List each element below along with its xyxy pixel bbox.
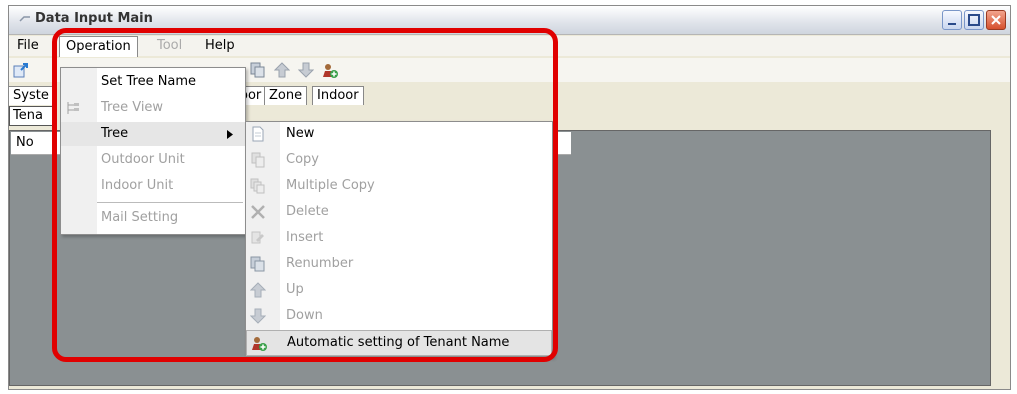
menu-item-outdoor-unit[interactable]: Outdoor Unit bbox=[61, 148, 245, 172]
menu-item-label: Set Tree Name bbox=[101, 74, 197, 89]
menu-item-insert[interactable]: Insert bbox=[246, 226, 552, 250]
menu-item-label: Up bbox=[286, 282, 304, 297]
menu-item-down[interactable]: Down bbox=[246, 304, 552, 328]
auto-tenant-icon bbox=[252, 337, 267, 351]
window-title: Data Input Main bbox=[35, 11, 153, 26]
import-icon[interactable] bbox=[13, 62, 29, 78]
menu-item-set-tree-name[interactable]: Set Tree Name bbox=[61, 70, 245, 94]
menu-tool[interactable]: Tool bbox=[157, 38, 182, 53]
title-bar: Data Input Main bbox=[9, 6, 1010, 35]
down-icon[interactable] bbox=[298, 62, 314, 78]
menu-item-new[interactable]: New bbox=[246, 122, 552, 146]
close-button[interactable] bbox=[986, 10, 1006, 30]
menu-item-label: Mail Setting bbox=[101, 210, 179, 225]
maximize-icon bbox=[968, 14, 980, 26]
menu-item-label: Delete bbox=[286, 204, 329, 219]
minimize-button[interactable] bbox=[942, 10, 962, 30]
menu-item-label: Indoor Unit bbox=[101, 178, 174, 193]
auto-tenant-icon[interactable] bbox=[322, 62, 338, 78]
operation-menu: Set Tree Name Tree View Tree Outdoor Uni… bbox=[60, 67, 246, 235]
menu-item-multiple-copy[interactable]: Multiple Copy bbox=[246, 174, 552, 198]
menu-item-label: Renumber bbox=[286, 256, 354, 271]
menu-separator bbox=[97, 202, 243, 203]
menu-item-mail-setting[interactable]: Mail Setting bbox=[61, 206, 245, 230]
menu-help[interactable]: Help bbox=[205, 38, 235, 53]
delete-icon bbox=[251, 205, 265, 219]
menu-item-label: Down bbox=[286, 308, 323, 323]
app-icon bbox=[19, 16, 30, 22]
grid-header-no[interactable]: No bbox=[16, 135, 34, 150]
tab-system[interactable]: Syste bbox=[9, 86, 54, 105]
menu-item-label: Copy bbox=[286, 152, 319, 167]
renumber-icon bbox=[250, 256, 265, 272]
menu-item-up[interactable]: Up bbox=[246, 278, 552, 302]
menu-bar: File Operation Tool Help bbox=[9, 36, 1010, 57]
close-icon bbox=[991, 15, 1001, 25]
tree-submenu: New Copy Multiple Copy Delete Insert Ren… bbox=[245, 121, 553, 357]
multiple-copy-icon bbox=[250, 178, 265, 194]
menu-item-label: Outdoor Unit bbox=[101, 152, 185, 167]
subtab-tenant[interactable]: Tena bbox=[9, 106, 54, 126]
new-document-icon bbox=[252, 126, 264, 142]
submenu-arrow-icon bbox=[227, 130, 233, 139]
menu-item-renumber[interactable]: Renumber bbox=[246, 252, 552, 276]
down-arrow-icon bbox=[250, 308, 266, 324]
menu-item-delete[interactable]: Delete bbox=[246, 200, 552, 224]
insert-icon bbox=[251, 231, 264, 244]
menu-item-automatic-tenant-name[interactable]: Automatic setting of Tenant Name bbox=[246, 330, 552, 356]
menu-item-label: Tree View bbox=[101, 100, 164, 115]
copy-icon bbox=[251, 152, 265, 168]
up-icon[interactable] bbox=[274, 62, 290, 78]
maximize-button[interactable] bbox=[964, 10, 984, 30]
menu-operation[interactable]: Operation bbox=[59, 36, 138, 57]
menu-item-indoor-unit[interactable]: Indoor Unit bbox=[61, 174, 245, 198]
tab-indoor[interactable]: Indoor bbox=[312, 86, 364, 105]
menu-item-label: Insert bbox=[286, 230, 324, 245]
tree-view-icon bbox=[67, 102, 79, 114]
menu-item-tree[interactable]: Tree bbox=[61, 122, 245, 146]
menu-item-label: Multiple Copy bbox=[286, 178, 375, 193]
menu-item-copy[interactable]: Copy bbox=[246, 148, 552, 172]
up-arrow-icon bbox=[250, 282, 266, 298]
minimize-icon bbox=[948, 23, 956, 25]
menu-file[interactable]: File bbox=[17, 38, 39, 53]
tab-zone[interactable]: Zone bbox=[264, 86, 308, 105]
menu-item-label: New bbox=[286, 126, 315, 141]
renumber-icon[interactable] bbox=[250, 62, 266, 78]
menu-item-label: Tree bbox=[101, 126, 129, 141]
menu-item-label: Automatic setting of Tenant Name bbox=[287, 335, 510, 350]
menu-item-tree-view[interactable]: Tree View bbox=[61, 96, 245, 120]
